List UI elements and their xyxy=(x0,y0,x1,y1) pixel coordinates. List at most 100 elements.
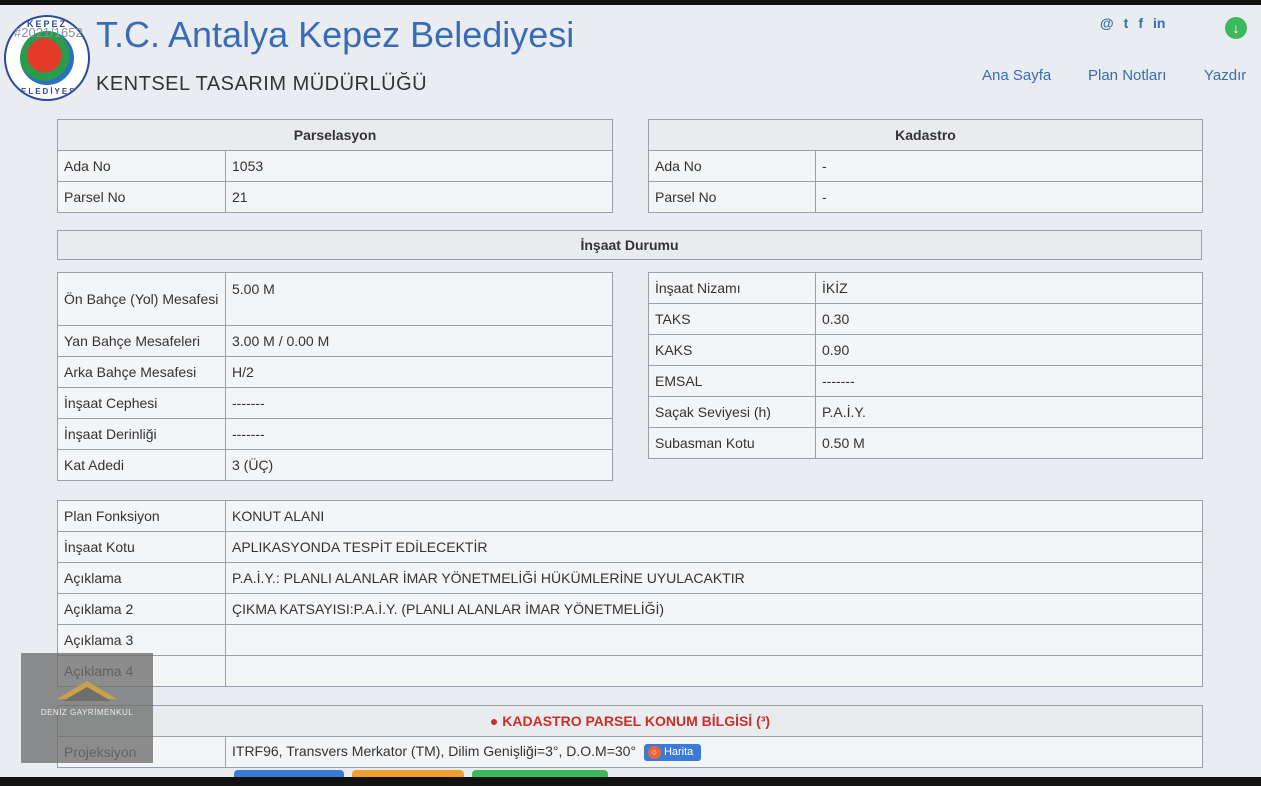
table-row: Ön Bahçe (Yol) Mesafesi 5.00 M xyxy=(57,272,613,326)
twitter-icon[interactable]: t xyxy=(1124,15,1129,31)
table-row: Ada No - xyxy=(648,150,1203,182)
image-stamp: #2021/1652 xyxy=(14,25,83,40)
row-value xyxy=(225,655,1203,687)
table-row: Saçak Seviyesi (h) P.A.İ.Y. xyxy=(648,396,1203,428)
site-header: KEPEZ BELEDİYESİ #2021/1652 T.C. Antalya… xyxy=(0,5,1261,105)
row-value: 5.00 M xyxy=(225,272,613,326)
row-value: 0.90 xyxy=(815,334,1203,366)
parselasyon-table: Parselasyon Ada No 1053 Parsel No 21 xyxy=(57,119,613,213)
table-row: İnşaat Nizamı İKİZ xyxy=(648,272,1203,304)
row-label: Açıklama 2 xyxy=(57,593,226,625)
row-value: 0.30 xyxy=(815,303,1203,335)
row-label: Kat Adedi xyxy=(57,449,226,481)
row-value: ÇIKMA KATSAYISI:P.A.İ.Y. (PLANLI ALANLAR… xyxy=(225,593,1203,625)
row-label: EMSAL xyxy=(648,365,816,397)
table-row: Subasman Kotu 0.50 M xyxy=(648,427,1203,459)
nav-yazdir[interactable]: Yazdır xyxy=(1204,67,1246,84)
download-icon[interactable]: ↓ xyxy=(1225,17,1247,39)
row-value: P.A.İ.Y. xyxy=(815,396,1203,428)
row-value: APLIKASYONDA TESPİT EDİLECEKTİR xyxy=(225,531,1203,563)
linkedin-icon[interactable]: in xyxy=(1153,15,1165,31)
table-row: Açıklama 2 ÇIKMA KATSAYISI:P.A.İ.Y. (PLA… xyxy=(57,593,1203,625)
table-row: EMSAL ------- xyxy=(648,365,1203,397)
row-label: İnşaat Derinliği xyxy=(57,418,226,450)
row-label: TAKS xyxy=(648,303,816,335)
row-value xyxy=(225,624,1203,656)
row-value: ------- xyxy=(225,387,613,419)
logo-text-bottom: BELEDİYESİ xyxy=(13,87,81,96)
table-row: Parsel No 21 xyxy=(57,181,613,213)
site-subtitle: KENTSEL TASARIM MÜDÜRLÜĞÜ xyxy=(96,73,428,95)
table-row: İnşaat Kotu APLIKASYONDA TESPİT EDİLECEK… xyxy=(57,531,1203,563)
row-label: Ada No xyxy=(648,150,816,182)
kadastro-table: Kadastro Ada No - Parsel No - xyxy=(648,119,1203,213)
nav-plan-notlari[interactable]: Plan Notları xyxy=(1088,67,1166,84)
insaat-durumu-title: İnşaat Durumu xyxy=(57,230,1202,260)
table-row: Açıklama 3 xyxy=(57,624,1203,656)
house-roof-inner xyxy=(63,687,111,701)
row-label: Yan Bahçe Mesafeleri xyxy=(57,325,226,357)
row-label: Açıklama xyxy=(57,562,226,594)
harita-button[interactable]: ○ Harita xyxy=(643,743,702,761)
table-row: Ada No 1053 xyxy=(57,150,613,182)
row-label: Plan Fonksiyon xyxy=(57,500,226,532)
site-title: T.C. Antalya Kepez Belediyesi xyxy=(96,14,575,55)
row-label: İnşaat Kotu xyxy=(57,531,226,563)
harita-button-label: Harita xyxy=(663,745,694,758)
row-value: ------- xyxy=(815,365,1203,397)
row-value: ------- xyxy=(225,418,613,450)
row-value: 1053 xyxy=(225,150,613,182)
nav-ana-sayfa[interactable]: Ana Sayfa xyxy=(982,67,1051,84)
social-links: @ t f in xyxy=(1100,15,1165,31)
row-value: İKİZ xyxy=(815,272,1203,304)
row-value: 3 (ÜÇ) xyxy=(225,449,613,481)
konum-title: ● KADASTRO PARSEL KONUM BİLGİSİ (³) xyxy=(57,705,1203,737)
row-value: H/2 xyxy=(225,356,613,388)
row-label: Arka Bahçe Mesafesi xyxy=(57,356,226,388)
insaat-right-table: İnşaat Nizamı İKİZ TAKS 0.30 KAKS 0.90 E… xyxy=(648,272,1203,459)
projeksiyon-value: ITRF96, Transvers Merkator (TM), Dilim G… xyxy=(232,743,637,760)
konum-title-text: KADASTRO PARSEL KONUM BİLGİSİ (³) xyxy=(502,713,771,729)
table-row: KAKS 0.90 xyxy=(648,334,1203,366)
row-value: 0.50 M xyxy=(815,427,1203,459)
plan-table: Plan Fonksiyon KONUT ALANI İnşaat Kotu A… xyxy=(57,500,1203,687)
table-row: Açıklama P.A.İ.Y.: PLANLI ALANLAR İMAR Y… xyxy=(57,562,1203,594)
row-label: Açıklama 3 xyxy=(57,624,226,656)
row-label: Ada No xyxy=(57,150,226,182)
row-label: İnşaat Cephesi xyxy=(57,387,226,419)
watermark-logo: DENİZ GAYRİMENKUL xyxy=(21,653,153,763)
row-label: Parsel No xyxy=(57,181,226,213)
at-icon[interactable]: @ xyxy=(1100,15,1114,31)
facebook-icon[interactable]: f xyxy=(1138,15,1143,31)
row-value: P.A.İ.Y.: PLANLI ALANLAR İMAR YÖNETMELİĞ… xyxy=(225,562,1203,594)
row-value: - xyxy=(815,150,1203,182)
konum-table: ● KADASTRO PARSEL KONUM BİLGİSİ (³) Proj… xyxy=(57,705,1203,768)
row-label: İnşaat Nizamı xyxy=(648,272,816,304)
table-row: Kat Adedi 3 (ÜÇ) xyxy=(57,449,613,481)
row-value: KONUT ALANI xyxy=(225,500,1203,532)
row-value: 3.00 M / 0.00 M xyxy=(225,325,613,357)
partial-button-1[interactable] xyxy=(234,770,344,777)
watermark-brand: DENİZ GAYRİMENKUL xyxy=(40,708,134,717)
parselasyon-title: Parselasyon xyxy=(57,119,613,151)
partial-button-3[interactable] xyxy=(472,770,608,777)
kadastro-title: Kadastro xyxy=(648,119,1203,151)
map-pin-icon: ● xyxy=(489,713,499,729)
table-row: Parsel No - xyxy=(648,181,1203,213)
row-label: KAKS xyxy=(648,334,816,366)
row-value: ITRF96, Transvers Merkator (TM), Dilim G… xyxy=(225,736,1203,768)
row-label: Subasman Kotu xyxy=(648,427,816,459)
table-row: Arka Bahçe Mesafesi H/2 xyxy=(57,356,613,388)
table-row: Plan Fonksiyon KONUT ALANI xyxy=(57,500,1203,532)
table-row: Açıklama 4 xyxy=(57,655,1203,687)
table-row: Projeksiyon ITRF96, Transvers Merkator (… xyxy=(57,736,1203,768)
table-row: İnşaat Cephesi ------- xyxy=(57,387,613,419)
partial-button-2[interactable] xyxy=(352,770,464,777)
table-row: TAKS 0.30 xyxy=(648,303,1203,335)
table-row: İnşaat Derinliği ------- xyxy=(57,418,613,450)
bottom-black-bar xyxy=(0,777,1261,786)
row-label: Ön Bahçe (Yol) Mesafesi xyxy=(57,272,226,326)
insaat-left-table: Ön Bahçe (Yol) Mesafesi 5.00 M Yan Bahçe… xyxy=(57,272,613,481)
table-row: Yan Bahçe Mesafeleri 3.00 M / 0.00 M xyxy=(57,325,613,357)
row-value: 21 xyxy=(225,181,613,213)
